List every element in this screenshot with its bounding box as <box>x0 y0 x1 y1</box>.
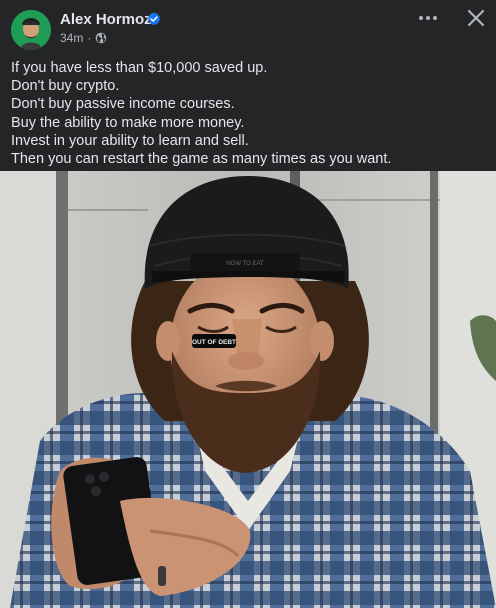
nose-patch-text: OUT OF DEBT <box>192 339 236 346</box>
post-timestamp[interactable]: 34m <box>60 31 83 45</box>
avatar-portrait-icon <box>11 10 51 50</box>
post-text: If you have less than $10,000 saved up. … <box>11 59 487 168</box>
post-text-line: Invest in your ability to learn and sell… <box>11 132 249 149</box>
more-options-button[interactable] <box>414 8 442 28</box>
photo-patches: OUT OF DEBT HOW TO EAT <box>192 261 264 348</box>
author-avatar[interactable] <box>11 10 51 50</box>
post-text-line: Don't buy passive income courses. <box>11 96 235 113</box>
post-text-line: Don't buy crypto. <box>11 78 120 95</box>
post-meta: 34m · <box>60 31 107 45</box>
post-photo[interactable]: OUT OF DEBT HOW TO EAT <box>0 171 496 608</box>
globe-icon[interactable] <box>95 32 107 44</box>
meta-separator: · <box>87 31 92 45</box>
close-button[interactable] <box>464 6 488 30</box>
author-name[interactable]: Alex Hormozi <box>60 11 156 28</box>
post-text-line: Buy the ability to make more money. <box>11 114 245 131</box>
verified-badge-icon <box>147 12 161 26</box>
post-header: Alex Hormozi 34m · <box>0 0 496 56</box>
cap-patch-text: HOW TO EAT <box>226 261 264 267</box>
more-options-icon <box>419 16 437 20</box>
close-icon <box>467 9 485 27</box>
post-text-line: If you have less than $10,000 saved up. <box>11 60 268 76</box>
post-text-line: Then you can restart the game as many ti… <box>11 151 392 168</box>
